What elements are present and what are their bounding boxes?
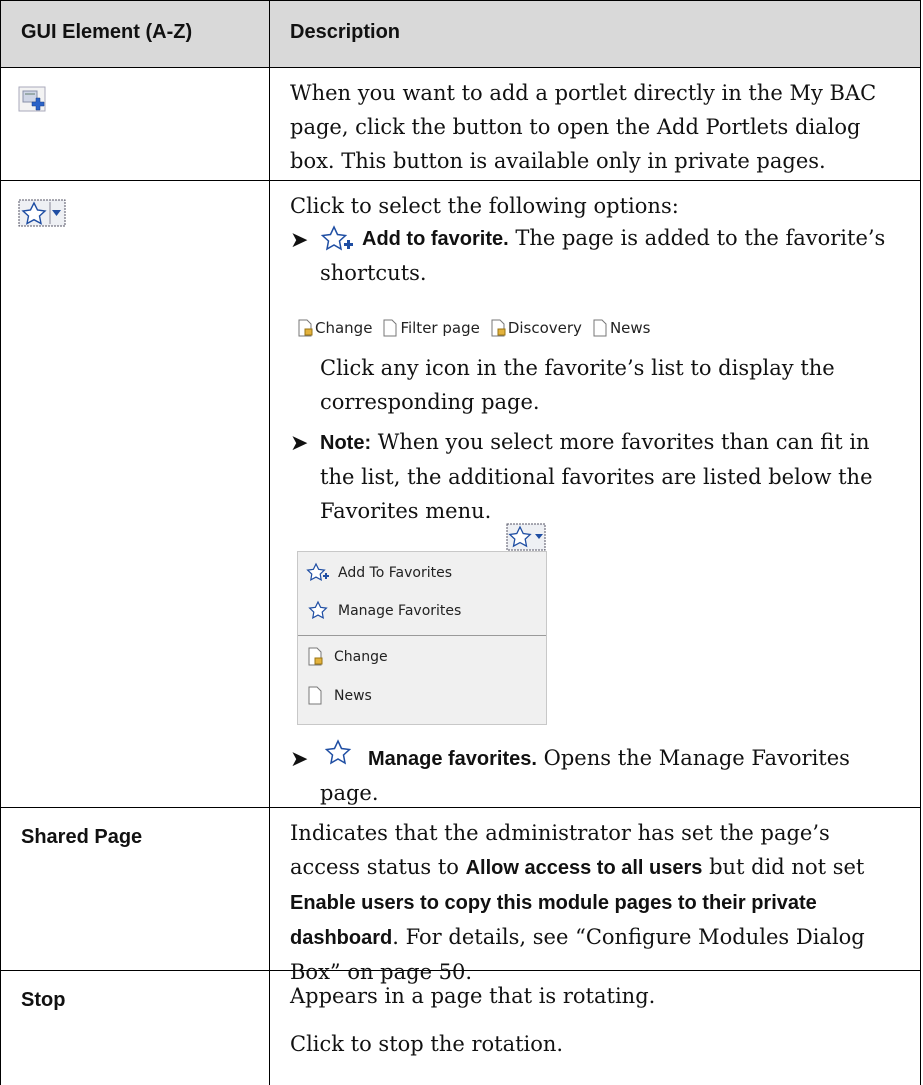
table-row: Stop Appears in a page that is rotating.…: [0, 971, 922, 1085]
favorite-label: News: [609, 319, 651, 337]
stop-line2: Click to stop the rotation.: [290, 1032, 564, 1056]
row2-intro: Click to select the following options:: [290, 194, 679, 218]
stop-label: Stop: [21, 989, 66, 1011]
favorite-label: Change: [315, 319, 373, 337]
stop-line1: Appears in a page that is rotating.: [290, 984, 656, 1008]
bullet-arrow: ➤: [290, 747, 309, 772]
menu-item-news[interactable]: News: [306, 685, 372, 707]
note-title: Note:: [320, 432, 372, 454]
note-text-block: Note: When you select more favorites tha…: [320, 425, 906, 528]
favorites-bar: Change Filter page Discovery News: [297, 319, 656, 337]
page-icon: [308, 686, 322, 705]
header-gui-element: GUI Element (A-Z): [21, 21, 193, 43]
add-favorite-icon: [306, 562, 329, 582]
bullet1-title: Add to favorite.: [362, 228, 509, 250]
text-segment: but did not set: [702, 855, 865, 879]
menu-item-manage-favorites[interactable]: Manage Favorites: [306, 600, 461, 622]
locked-page-icon: [298, 319, 313, 337]
header-cell-description: Description: [270, 0, 921, 68]
menu-label: Add To Favorites: [338, 565, 452, 581]
bold-segment: Allow access to all users: [465, 857, 703, 879]
menu-label: News: [334, 688, 372, 704]
star-icon: [308, 600, 328, 620]
cell-element: [0, 68, 270, 181]
shared-page-label: Shared Page: [21, 826, 143, 848]
favorite-filter-page[interactable]: Filter page: [382, 319, 480, 337]
cell-description: When you want to add a portlet directly …: [270, 68, 921, 181]
bullet-arrow: ➤: [290, 228, 309, 253]
bullet3-text-block: Manage favorites. Opens the Manage Favor…: [320, 741, 906, 810]
click-any-icon-text: Click any icon in the favorite’s list to…: [320, 356, 835, 414]
header-cell-element: GUI Element (A-Z): [0, 0, 270, 68]
page-icon: [383, 319, 397, 337]
favorite-label: Discovery: [507, 319, 582, 337]
menu-item-change[interactable]: Change: [306, 646, 388, 668]
favorite-news[interactable]: News: [592, 319, 651, 337]
cell-description: Click to select the following options: ➤…: [270, 181, 921, 808]
cell-element: [0, 181, 270, 808]
menu-item-add-to-favorites[interactable]: Add To Favorites: [306, 562, 452, 584]
cell-description: Indicates that the administrator has set…: [270, 808, 921, 984]
favorite-change[interactable]: Change: [297, 319, 372, 337]
note-text: When you select more favorites than can …: [320, 430, 873, 523]
favorites-dropdown-icon: [18, 199, 66, 227]
table-row: When you want to add a portlet directly …: [0, 68, 922, 181]
favorites-menu-button[interactable]: [506, 523, 546, 551]
menu-label: Manage Favorites: [338, 603, 462, 619]
table-row: Click to select the following options: ➤…: [0, 181, 922, 808]
page-icon: [593, 319, 607, 337]
table-row: Shared Page Indicates that the administr…: [0, 808, 922, 984]
favorite-discovery[interactable]: Discovery: [490, 319, 582, 337]
menu-separator: [298, 635, 546, 636]
bullet1-text-block: Add to favorite. The page is added to th…: [320, 221, 906, 290]
locked-page-icon: [491, 319, 506, 337]
shared-page-description: Indicates that the administrator has set…: [290, 816, 906, 989]
add-portlet-icon: [18, 86, 46, 112]
header-description: Description: [290, 21, 401, 43]
bullet3-title: Manage favorites.: [368, 748, 537, 770]
row1-description: When you want to add a portlet directly …: [290, 81, 877, 173]
cell-description: Appears in a page that is rotating. Clic…: [270, 971, 921, 1085]
favorite-label: Filter page: [400, 319, 480, 337]
bullet-arrow: ➤: [290, 431, 309, 456]
favorites-dropdown-menu: Add To Favorites Manage Favorites Change…: [297, 551, 547, 725]
table-header: GUI Element (A-Z) Description: [0, 0, 922, 68]
cell-element: Shared Page: [0, 808, 270, 971]
menu-label: Change: [334, 649, 388, 665]
locked-page-icon: [308, 647, 323, 666]
cell-element: Stop: [0, 971, 270, 1085]
